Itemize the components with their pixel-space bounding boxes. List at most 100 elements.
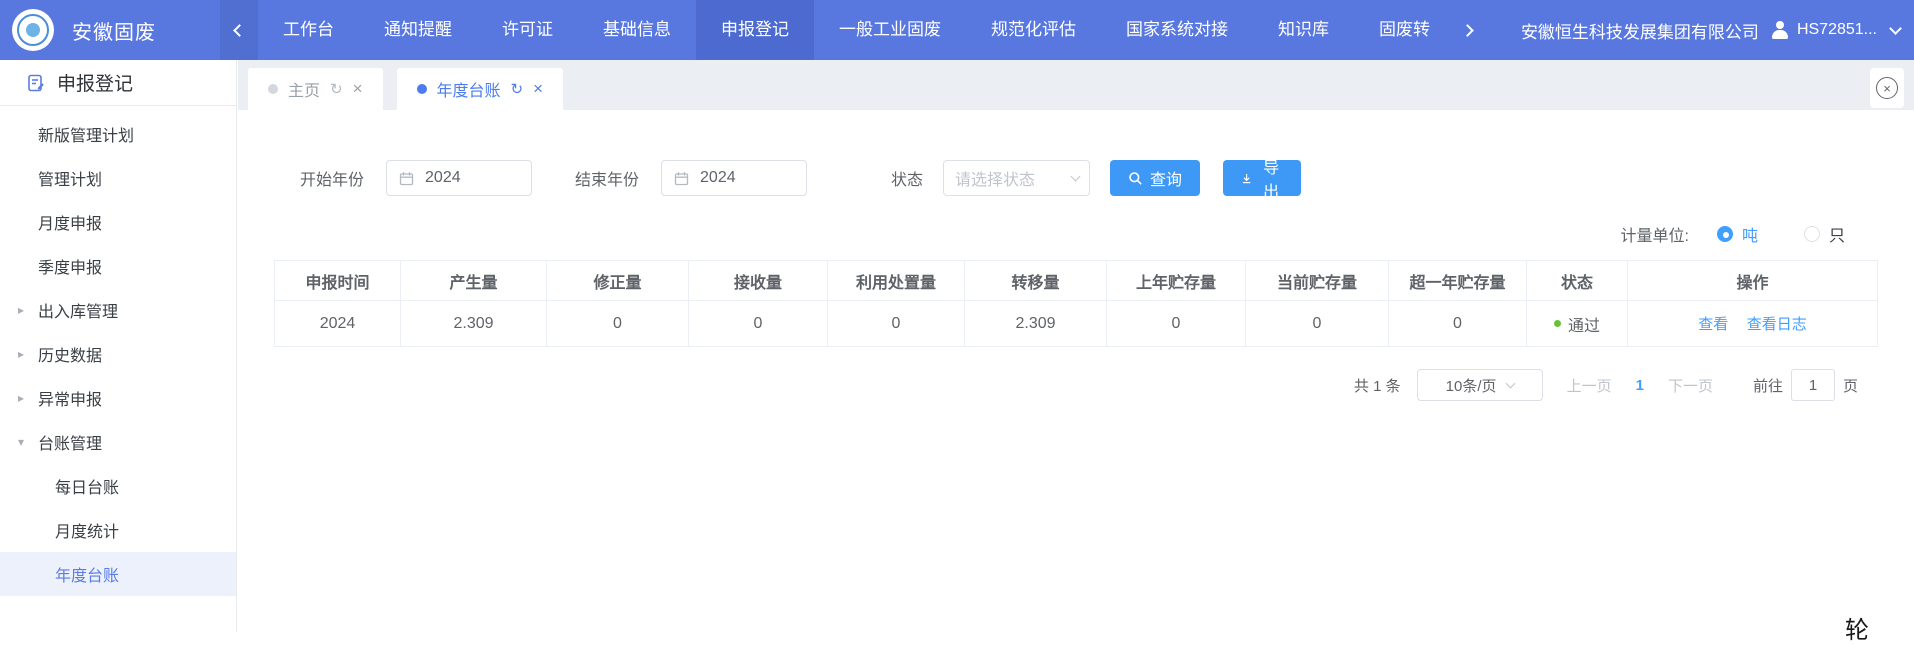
status-select[interactable]: 请选择状态 (943, 160, 1090, 196)
view-link[interactable]: 查看 (1698, 316, 1728, 333)
expand-caret-icon: ▸ (18, 391, 38, 405)
table-header-cell: 状态 (1527, 261, 1628, 301)
page-tab[interactable]: 年度台账 ↻ × (397, 68, 564, 110)
sidebar-header: 申报登记 (0, 60, 236, 106)
start-year-picker[interactable] (386, 160, 532, 196)
goto-label: 前往 (1753, 375, 1783, 396)
sidebar-item-label: 出入库管理 (38, 298, 118, 322)
user-icon (1771, 21, 1789, 39)
table-header-cell: 接收量 (689, 261, 828, 301)
end-year-input[interactable] (662, 161, 806, 195)
top-nav-item[interactable]: 知识库 (1253, 0, 1354, 60)
user-menu[interactable]: 安徽恒生科技发展集团有限公司 HS72851... (1521, 18, 1900, 43)
sidebar-item[interactable]: 月度申报 (0, 200, 236, 244)
table-header-row: 申报时间 产生量 修正量 接收量 利用处置量 转移量 上年贮存量 当前贮存量 超… (275, 261, 1878, 301)
sidebar-item-label: 季度申报 (38, 254, 102, 278)
chevron-down-icon (1071, 172, 1081, 182)
top-nav-menu: 工作台 通知提醒 许可证 基础信息 申报登记 一般工业固废 规范化评估 国家系统… (258, 0, 1455, 60)
tab-label: 年度台账 (437, 77, 501, 101)
export-button[interactable]: 导出 (1223, 160, 1301, 196)
table-row: 2024 2.309 0 0 0 2.309 0 0 0 通过 (275, 301, 1878, 347)
sidebar-item[interactable]: 新版管理计划 (0, 112, 236, 156)
chevron-left-icon (233, 24, 246, 37)
cell-report-time: 2024 (275, 301, 401, 347)
sidebar-item[interactable]: 年度台账 (0, 552, 236, 596)
status-placeholder: 请选择状态 (955, 166, 1072, 190)
sidebar-item[interactable]: 月度统计 (0, 508, 236, 552)
tab-refresh-icon[interactable]: ↻ (511, 80, 524, 98)
sidebar-item-label: 管理计划 (38, 166, 102, 190)
unit-radio[interactable]: 吨 (1717, 222, 1758, 246)
tab-close-icon[interactable]: × (533, 79, 543, 99)
end-year-picker[interactable] (661, 160, 807, 196)
status-label: 状态 (891, 166, 923, 190)
query-button-label: 查询 (1150, 166, 1182, 190)
table-header-cell: 利用处置量 (828, 261, 965, 301)
sidebar-item-label: 新版管理计划 (38, 122, 134, 146)
sidebar-item-label: 月度统计 (55, 518, 119, 542)
pagination: 共 1 条 10条/页 上一页 1 下一页 前往 页 (238, 369, 1858, 401)
sidebar-item[interactable]: ▸ 异常申报 (0, 376, 236, 420)
sidebar-item[interactable]: ▸ 历史数据 (0, 332, 236, 376)
sidebar-item-label: 每日台账 (55, 474, 119, 498)
cell-status: 通过 (1527, 301, 1628, 347)
app-logo-icon (12, 9, 54, 51)
nav-collapse-button[interactable] (220, 0, 258, 60)
total-count: 共 1 条 (1354, 375, 1401, 396)
top-nav-item[interactable]: 规范化评估 (966, 0, 1101, 60)
top-nav-item[interactable]: 通知提醒 (359, 0, 477, 60)
table-header-cell: 转移量 (965, 261, 1107, 301)
current-page-button[interactable]: 1 (1636, 377, 1644, 394)
close-all-tabs-button[interactable]: × (1870, 68, 1904, 108)
top-nav-item[interactable]: 申报登记 (696, 0, 814, 60)
goto-unit-label: 页 (1843, 375, 1858, 396)
top-nav-item[interactable]: 工作台 (258, 0, 359, 60)
sidebar-item-label: 历史数据 (38, 342, 102, 366)
page-size-select[interactable]: 10条/页 (1417, 369, 1543, 401)
sidebar: 申报登记 新版管理计划 管理计划 月度申报 季度申报 (0, 60, 237, 632)
unit-options: 吨 只 (1703, 222, 1845, 246)
next-page-button[interactable]: 下一页 (1668, 375, 1713, 396)
ledger-table: 申报时间 产生量 修正量 接收量 利用处置量 转移量 上年贮存量 当前贮存量 超… (274, 260, 1878, 347)
sidebar-item[interactable]: 每日台账 (0, 464, 236, 508)
start-year-input[interactable] (387, 161, 531, 195)
chevron-down-icon (1505, 379, 1515, 389)
sidebar-title: 申报登记 (57, 69, 133, 96)
top-nav-item[interactable]: 固废转 (1354, 0, 1455, 60)
sidebar-menu: 新版管理计划 管理计划 月度申报 季度申报 ▸ 出入库管理 (0, 106, 236, 596)
table-header-cell: 产生量 (401, 261, 547, 301)
tab-close-icon[interactable]: × (353, 79, 363, 99)
unit-radio[interactable]: 只 (1804, 222, 1845, 246)
search-icon (1128, 171, 1143, 186)
table-header-cell: 上年贮存量 (1107, 261, 1246, 301)
unit-option-label: 只 (1829, 222, 1845, 246)
sidebar-item[interactable]: ▾ 台账管理 (0, 420, 236, 464)
circled-close-icon: × (1876, 77, 1898, 99)
sidebar-item[interactable]: ▸ 出入库管理 (0, 288, 236, 332)
expand-caret-icon: ▸ (18, 303, 38, 317)
table-header-cell: 修正量 (547, 261, 689, 301)
app-title: 安徽固废 (72, 16, 220, 45)
top-nav-item[interactable]: 一般工业固废 (814, 0, 966, 60)
unit-selector-row: 计量单位: 吨 只 (238, 222, 1845, 246)
view-log-link[interactable]: 查看日志 (1747, 316, 1807, 333)
sidebar-item[interactable]: 管理计划 (0, 156, 236, 200)
goto-page-input[interactable] (1791, 369, 1835, 401)
page-tab[interactable]: 主页 ↻ × (248, 68, 383, 110)
top-nav-item[interactable]: 许可证 (477, 0, 578, 60)
query-button[interactable]: 查询 (1110, 160, 1200, 196)
sidebar-item[interactable]: 季度申报 (0, 244, 236, 288)
start-year-label: 开始年份 (300, 166, 364, 190)
cell-received: 0 (689, 301, 828, 347)
cell-current-storage: 0 (1246, 301, 1389, 347)
top-nav-item[interactable]: 国家系统对接 (1101, 0, 1253, 60)
prev-page-button[interactable]: 上一页 (1567, 375, 1612, 396)
tab-refresh-icon[interactable]: ↻ (330, 80, 343, 98)
unit-label: 计量单位: (1621, 222, 1689, 246)
sidebar-item-label: 台账管理 (38, 430, 102, 454)
floating-widget-partial[interactable]: 轮 (1845, 610, 1869, 645)
cell-transferred: 2.309 (965, 301, 1107, 347)
top-nav-item[interactable]: 基础信息 (578, 0, 696, 60)
nav-scroll-right-button[interactable] (1455, 26, 1479, 35)
sidebar-item-label: 异常申报 (38, 386, 102, 410)
